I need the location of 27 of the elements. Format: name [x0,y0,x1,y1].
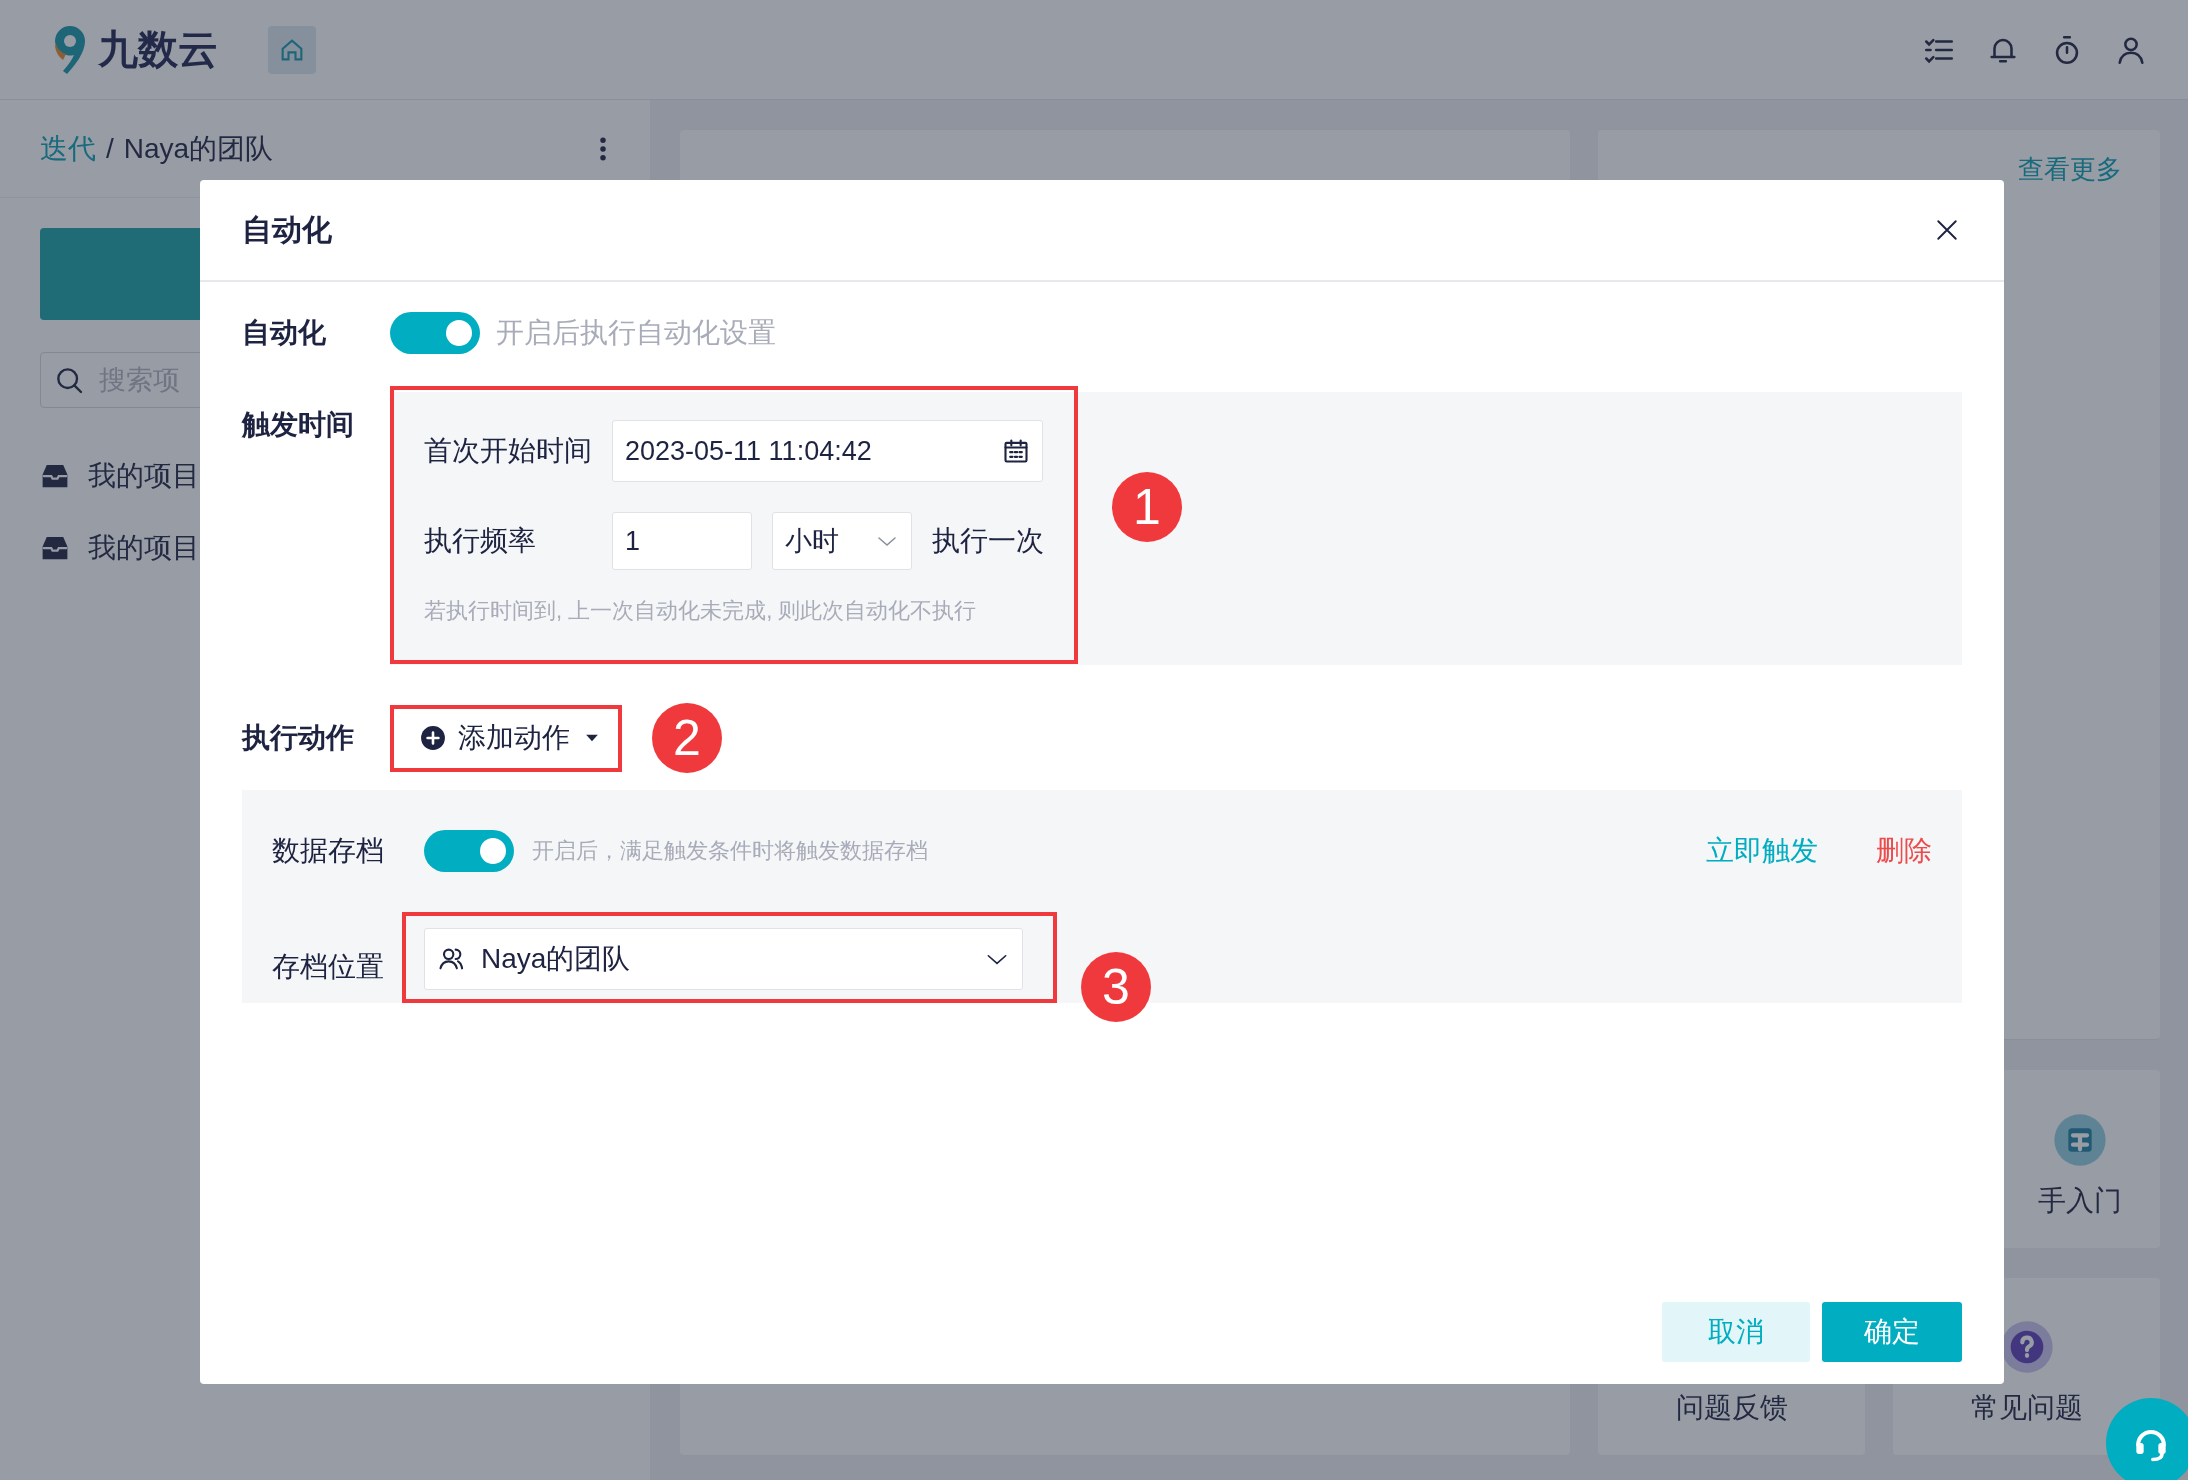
field-value: 2023-05-11 11:04:42 [625,435,872,467]
help-card-label: 手入门 [2038,1183,2122,1218]
breadcrumb-separator: / [106,132,114,165]
callout-badge: 1 [1112,471,1182,542]
logo-text: 九数云 [98,26,218,73]
field-label: 自动化 [242,316,327,350]
field-label: 存档位置 [272,950,385,984]
help-card-label: 常见问题 [1970,1391,2083,1425]
dropdown-value: 小时 [785,525,839,558]
toggle-hint: 开启后执行自动化设置 [496,316,776,350]
sidebar-item-label: 我的项目 [88,459,200,493]
callout-badge: 2 [652,703,722,773]
field-label: 执行频率 [424,524,537,558]
help-card-label: 问题反馈 [1675,1391,1788,1425]
toggle-hint: 开启后，满足触发条件时将触发数据存档 [532,837,928,865]
field-label: 数据存档 [272,834,385,868]
field-label: 触发时间 [242,408,355,442]
dropdown-value: Naya的团队 [481,942,631,976]
breadcrumb-current: Naya的团队 [123,131,274,166]
help-note: 若执行时间到, 上一次自动化未完成, 则此次自动化不执行 [424,597,978,625]
dialog-title: 自动化 [242,211,332,248]
field-suffix: 执行一次 [932,524,1044,558]
field-label: 首次开始时间 [424,434,592,468]
field-label: 执行动作 [242,721,355,755]
field-value: 1 [625,525,641,557]
callout-badge: 3 [1081,952,1151,1022]
sidebar-item-label: 我的项目 [88,531,200,565]
